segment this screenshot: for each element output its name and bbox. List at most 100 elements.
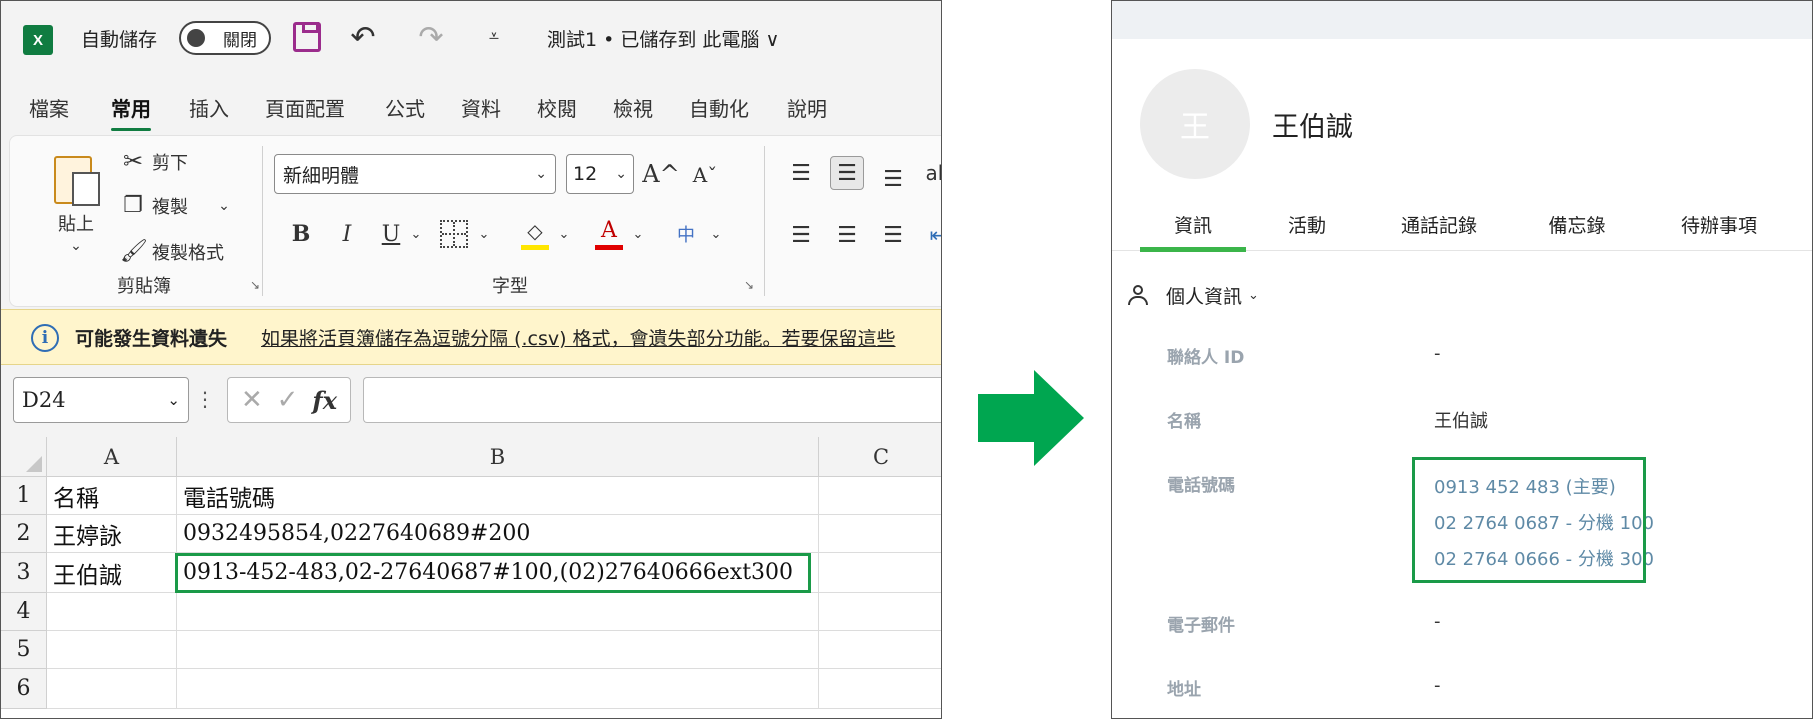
info-message-link[interactable]: 如果將活頁簿儲存為逗號分隔 (.csv) 格式，會遺失部分功能。若要保留這些 <box>261 324 896 351</box>
cell-a2[interactable]: 王婷詠 <box>47 515 177 553</box>
more-options-icon[interactable]: ⋮ <box>195 383 215 415</box>
cell-c2[interactable] <box>819 515 941 553</box>
phonetic-chevron-down-icon[interactable]: ⌄ <box>708 220 724 248</box>
insert-function-icon[interactable]: fx <box>312 386 337 415</box>
underline-chevron-down-icon[interactable]: ⌄ <box>408 220 424 248</box>
increase-font-size-icon[interactable]: A^ <box>642 154 680 194</box>
field-label-phone: 電話號碼 <box>1167 476 1235 496</box>
column-header-c[interactable]: C <box>819 437 941 477</box>
redo-icon[interactable]: ↷ <box>411 17 451 57</box>
ribbon-tabs: 檔案 常用 插入 頁面配置 公式 資料 校閱 檢視 自動化 說明 <box>1 87 941 131</box>
borders-chevron-down-icon[interactable]: ⌄ <box>476 220 492 248</box>
cell-a1[interactable]: 名稱 <box>47 477 177 515</box>
font-color-icon[interactable]: A <box>594 214 624 254</box>
orientation-icon[interactable]: ab <box>924 156 941 190</box>
row-header[interactable]: 2 <box>1 515 47 553</box>
row-header[interactable]: 4 <box>1 593 47 631</box>
bold-icon[interactable]: B <box>286 216 316 252</box>
paste-icon[interactable] <box>50 150 102 206</box>
align-top-icon[interactable]: ☰ <box>784 156 818 190</box>
tab-file[interactable]: 檔案 <box>29 87 69 127</box>
phonetic-guide-icon[interactable]: 中 <box>668 216 704 252</box>
scissors-icon[interactable]: ✂ <box>120 146 146 176</box>
cell-c5[interactable] <box>819 631 941 669</box>
autosave-toggle[interactable]: 關閉 <box>179 21 271 55</box>
document-title[interactable]: 測試1 • 已儲存到 此電腦 ∨ <box>547 23 779 53</box>
font-color-chevron-down-icon[interactable]: ⌄ <box>630 220 646 248</box>
formula-input[interactable] <box>363 377 941 423</box>
paste-chevron-down-icon[interactable]: ⌄ <box>62 236 90 256</box>
cell-a6[interactable] <box>47 669 177 709</box>
tab-call-log[interactable]: 通話記錄 <box>1384 197 1494 251</box>
decrease-indent-icon[interactable]: ⇤ <box>924 218 941 252</box>
cell-b3[interactable]: 0913-452-483,02-27640687#100,(02)2764066… <box>177 553 819 593</box>
column-header-a[interactable]: A <box>47 437 177 477</box>
copy-icon[interactable]: ❐ <box>120 190 146 220</box>
cell-a3[interactable]: 王伯誠 <box>47 553 177 593</box>
tab-insert[interactable]: 插入 <box>189 87 229 127</box>
cell-b2[interactable]: 0932495854,0227640689#200 <box>177 515 819 553</box>
cell-b6[interactable] <box>177 669 819 709</box>
info-title: 可能發生資料遺失 <box>75 328 228 350</box>
tab-help[interactable]: 說明 <box>787 87 827 127</box>
tab-page-layout[interactable]: 頁面配置 <box>265 87 345 127</box>
align-bottom-icon[interactable]: ☰ <box>876 162 910 196</box>
borders-icon[interactable] <box>440 220 468 248</box>
tab-view[interactable]: 檢視 <box>613 87 653 127</box>
quick-access-more-icon[interactable]: ⩡ <box>479 21 509 51</box>
row-header[interactable]: 6 <box>1 669 47 709</box>
personal-info-section-toggle[interactable]: 個人資訊 ⌄ <box>1126 279 1259 311</box>
tab-automate[interactable]: 自動化 <box>689 87 749 127</box>
decrease-font-size-icon[interactable]: Aˇ <box>688 156 722 194</box>
spreadsheet-grid: A B C 1 2 3 4 5 6 名稱 電話號碼 王婷詠 0932495854… <box>1 437 941 718</box>
name-box[interactable]: D24 ⌄ <box>13 377 189 423</box>
tab-home[interactable]: 常用 <box>111 87 151 131</box>
column-header-b[interactable]: B <box>177 437 819 477</box>
row-header[interactable]: 3 <box>1 553 47 593</box>
align-center-icon[interactable]: ☰ <box>830 218 864 252</box>
tab-formulas[interactable]: 公式 <box>385 87 425 127</box>
cancel-icon[interactable]: ✕ <box>241 385 263 415</box>
row-header[interactable]: 1 <box>1 477 47 515</box>
align-right-icon[interactable]: ☰ <box>876 218 910 252</box>
tab-todo[interactable]: 待辦事項 <box>1656 197 1782 251</box>
align-left-icon[interactable]: ☰ <box>784 218 818 252</box>
format-painter-icon[interactable]: 🖌 <box>120 236 148 266</box>
font-size-select[interactable]: 12 ⌄ <box>566 154 634 194</box>
select-all-corner[interactable] <box>1 437 47 477</box>
formula-buttons: ✕ ✓ fx <box>227 377 351 423</box>
save-icon[interactable] <box>293 22 321 52</box>
tab-activity[interactable]: 活動 <box>1272 197 1342 251</box>
enter-icon[interactable]: ✓ <box>277 385 299 415</box>
cell-c4[interactable] <box>819 593 941 631</box>
font-name-select[interactable]: 新細明體 ⌄ <box>274 154 556 194</box>
copy-chevron-down-icon[interactable]: ⌄ <box>214 192 234 220</box>
cell-a5[interactable] <box>47 631 177 669</box>
fill-chevron-down-icon[interactable]: ⌄ <box>556 220 572 248</box>
copy-button[interactable]: 複製 <box>152 192 188 220</box>
cell-b5[interactable] <box>177 631 819 669</box>
ribbon: 貼上 ⌄ ✂ 剪下 ❐ 複製 ⌄ 🖌 複製格式 剪貼簿 ↘ 新細明體 ⌄ 12 … <box>9 135 941 307</box>
cell-a4[interactable] <box>47 593 177 631</box>
fill-color-icon[interactable]: ◇ <box>520 214 550 254</box>
cell-c3[interactable] <box>819 553 941 593</box>
cell-c6[interactable] <box>819 669 941 709</box>
format-painter-button[interactable]: 複製格式 <box>152 238 224 266</box>
cell-b1[interactable]: 電話號碼 <box>177 477 819 515</box>
cell-b4[interactable] <box>177 593 819 631</box>
undo-icon[interactable]: ↶ <box>343 17 383 57</box>
cut-button[interactable]: 剪下 <box>152 148 188 176</box>
cell-c1[interactable] <box>819 477 941 515</box>
person-icon <box>1126 283 1150 307</box>
tab-notes[interactable]: 備忘錄 <box>1532 197 1622 251</box>
font-launcher-icon[interactable]: ↘ <box>740 276 758 294</box>
align-middle-icon[interactable]: ☰ <box>830 156 864 190</box>
paste-button[interactable]: 貼上 <box>54 210 98 236</box>
avatar: 王 <box>1140 69 1250 179</box>
row-header[interactable]: 5 <box>1 631 47 669</box>
tab-review[interactable]: 校閱 <box>537 87 577 127</box>
italic-icon[interactable]: I <box>332 216 362 252</box>
tab-info[interactable]: 資訊 <box>1140 197 1246 252</box>
tab-data[interactable]: 資料 <box>461 87 501 127</box>
underline-icon[interactable]: U <box>376 216 406 252</box>
